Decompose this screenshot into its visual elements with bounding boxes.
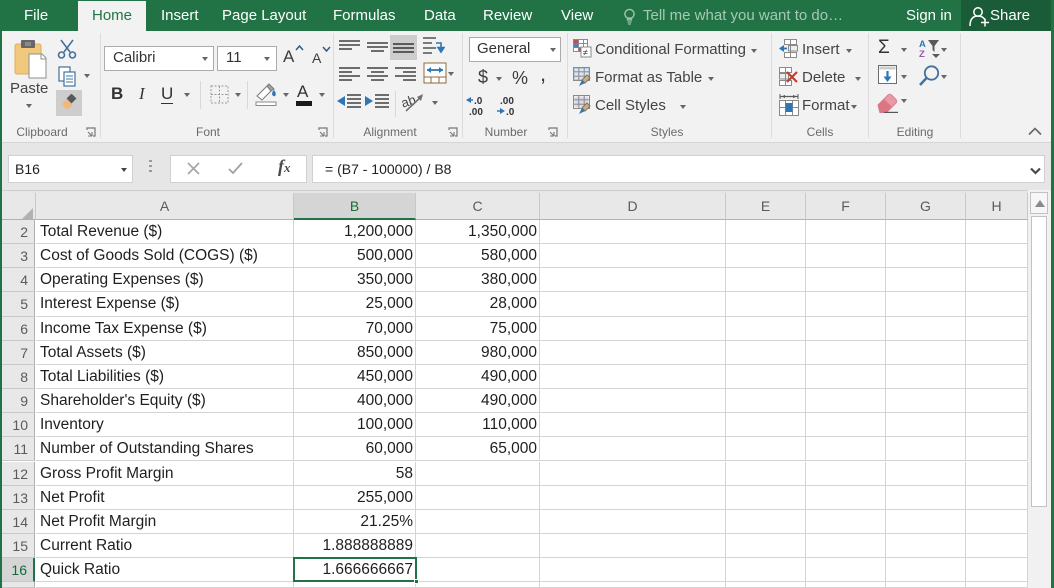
svg-text:.0: .0 bbox=[474, 96, 483, 107]
svg-text:.00: .00 bbox=[469, 107, 483, 117]
svg-text:.0: .0 bbox=[506, 107, 515, 117]
svg-text:Z: Z bbox=[919, 49, 925, 58]
svg-text:≠: ≠ bbox=[583, 48, 588, 58]
svg-text:.00: .00 bbox=[500, 96, 514, 107]
